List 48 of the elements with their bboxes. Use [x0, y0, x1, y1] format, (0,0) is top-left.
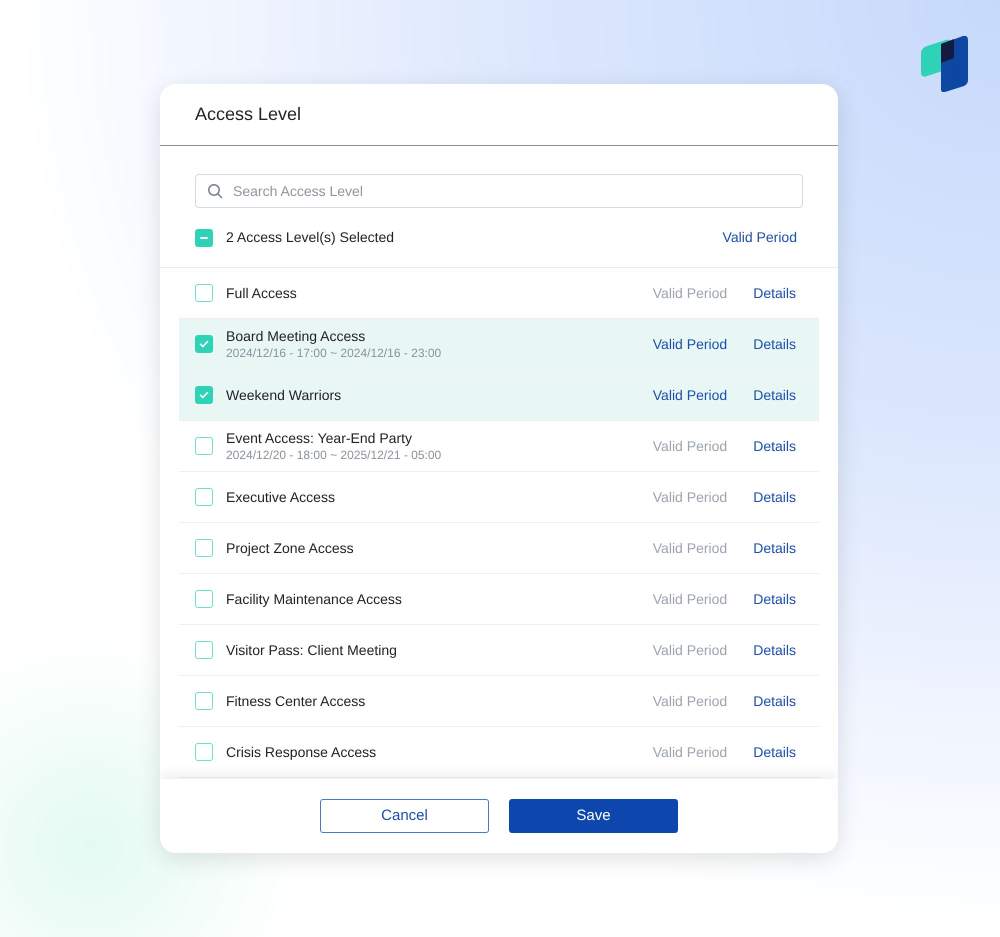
details-link[interactable]: Details [753, 436, 796, 456]
checkbox[interactable] [195, 641, 213, 659]
valid-period-link[interactable]: Valid Period [652, 334, 728, 354]
checkbox[interactable] [195, 284, 213, 302]
details-link[interactable]: Details [753, 588, 796, 610]
details-link[interactable]: Details [753, 742, 796, 762]
access-level-name: Visitor Pass: Client Meeting [226, 641, 398, 659]
period-text: 2024/12/16 - 17:00 ~ 2024/12/16 - 23:00 [226, 345, 442, 361]
access-level-name: Crisis Response Access [226, 743, 378, 761]
checkbox[interactable] [195, 743, 213, 761]
checkbox[interactable] [195, 692, 213, 710]
checkbox[interactable] [195, 437, 213, 455]
valid-period-link[interactable]: Valid Period [652, 384, 728, 406]
details-link[interactable]: Details [753, 640, 796, 660]
details-link[interactable]: Details [753, 486, 796, 508]
period-text: 2024/12/20 - 18:00 ~ 2025/12/21 - 05:00 [226, 447, 442, 463]
access-level-name: Full Access [226, 284, 298, 302]
access-level-row[interactable]: Board Meeting Access 2024/12/16 - 17:00 ~ 2024/12/16 - 23:00 Valid Period Details [179, 319, 819, 370]
selected-count: 2 Access Level(s) Selected [226, 228, 396, 247]
checkbox[interactable] [195, 228, 213, 246]
access-level-name: Project Zone Access [226, 539, 355, 557]
access-level-row[interactable]: Weekend Warriors Valid Period Details [179, 370, 819, 421]
details-link[interactable]: Details [753, 384, 796, 406]
access-level-name: Fitness Center Access [226, 692, 366, 710]
access-level-name: Board Meeting Access [226, 327, 366, 345]
access-level-name: Event Access: Year-End Party [226, 429, 413, 447]
details-link[interactable]: Details [753, 282, 796, 304]
checkbox[interactable] [195, 539, 213, 557]
access-level-name: Executive Access [226, 488, 336, 506]
minus-icon [200, 236, 208, 238]
search-field[interactable]: Search Access Level [195, 174, 803, 208]
details-link[interactable]: Details [753, 334, 796, 354]
logo-icon [921, 34, 969, 92]
checkbox[interactable] [195, 335, 213, 353]
cancel-button[interactable]: Cancel [320, 799, 489, 833]
check-icon [198, 389, 210, 401]
access-level-name: Facility Maintenance Access [226, 590, 403, 608]
check-icon [198, 338, 210, 350]
save-button[interactable]: Save [509, 799, 678, 833]
checkbox[interactable] [195, 488, 213, 506]
details-link[interactable]: Details [753, 538, 796, 558]
checkbox[interactable] [195, 590, 213, 608]
search-icon [207, 183, 223, 199]
checkbox[interactable] [195, 386, 213, 404]
access-level-name: Weekend Warriors [226, 386, 342, 404]
details-link[interactable]: Details [753, 690, 796, 712]
valid-period-link[interactable]: Valid Period [722, 227, 797, 248]
dialog-title: Access Level [195, 103, 302, 126]
